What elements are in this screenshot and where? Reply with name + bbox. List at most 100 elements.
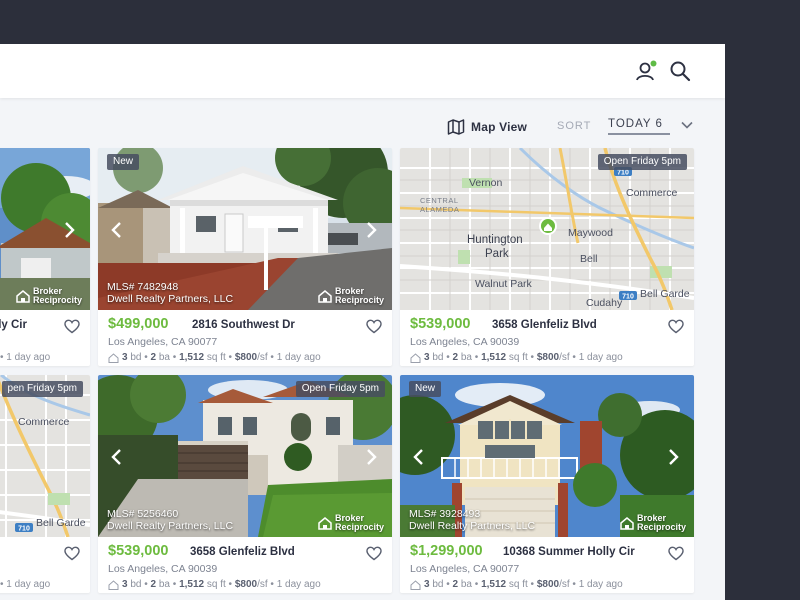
listing-photo: New MLS# 7482948 Dwell Realty Partners, … xyxy=(98,148,392,310)
listing-stats: • 1 day ago xyxy=(0,579,51,590)
beds-value: 3 xyxy=(122,579,128,590)
broker-logo-line: Reciprocity xyxy=(636,522,686,532)
baths-unit: ba xyxy=(460,352,472,363)
map-label: Park xyxy=(485,248,509,260)
listing-age: 1 day ago xyxy=(6,579,51,590)
listing-mls: MLS# 5256460 Dwell Realty Partners, LLC xyxy=(107,508,233,532)
map-view-label: Map View xyxy=(471,120,528,134)
listing-map: 710 Commerce Bell Garde pen Friday 5pm xyxy=(0,375,90,537)
favorite-heart-icon[interactable] xyxy=(365,545,383,561)
house-logo-icon xyxy=(318,516,332,530)
beds-value: 3 xyxy=(424,579,430,590)
listing-city: Los Angeles, CA 90077 xyxy=(410,563,520,575)
listing-price: $539,000 xyxy=(108,543,169,559)
listing-badge: Open Friday 5pm xyxy=(597,154,687,170)
listing-city: Los Angeles, CA 90077 xyxy=(108,336,218,348)
favorite-heart-icon[interactable] xyxy=(667,545,685,561)
listing-price: $539,000 xyxy=(410,316,471,332)
listing-mls: MLS# 3928493 Dwell Realty Partners, LLC xyxy=(409,508,535,532)
price-per-sqft: $800 xyxy=(536,579,560,590)
listing-address: 3658 Glenfeliz Blvd xyxy=(190,546,295,558)
broker-logo-line: Reciprocity xyxy=(334,295,384,305)
sqft-value: 1,512 xyxy=(179,352,205,363)
listing-card[interactable]: 710 710 Vernon Commerce CENTRAL ALAMEDA … xyxy=(400,148,694,366)
house-logo-icon xyxy=(318,289,332,303)
broker-logo-line: Reciprocity xyxy=(32,295,82,305)
listing-age: 1 day ago xyxy=(6,352,51,363)
listing-price: $1,299,000 xyxy=(410,543,483,559)
top-bar xyxy=(0,44,725,98)
price-per-sqft: $800 xyxy=(234,352,258,363)
listing-badge: pen Friday 5pm xyxy=(1,381,83,397)
search-icon[interactable] xyxy=(667,58,693,84)
user-icon[interactable] xyxy=(633,58,659,84)
ppsf-unit: /sf xyxy=(559,579,570,590)
map-label: Huntington xyxy=(467,234,523,246)
listing-city: Los Angeles, CA 90039 xyxy=(410,336,520,348)
map-label: CENTRAL xyxy=(420,196,459,205)
beds-value: 3 xyxy=(122,352,128,363)
favorite-heart-icon[interactable] xyxy=(667,318,685,334)
status-dot xyxy=(650,60,657,67)
highway-710-label: 710 xyxy=(622,294,634,301)
listing-city: Los Angeles, CA 90039 xyxy=(108,563,218,575)
prev-photo-arrow[interactable] xyxy=(110,447,124,467)
listing-badge: New xyxy=(409,381,442,397)
next-photo-arrow[interactable] xyxy=(364,447,378,467)
listing-card[interactable]: New MLS# 3928493 Dwell Realty Partners, … xyxy=(400,375,694,593)
beds-unit: bd xyxy=(130,579,142,590)
sort-select[interactable]: TODAY 6 xyxy=(608,118,670,135)
map-view-button[interactable]: Map View xyxy=(447,115,527,139)
map-label: Cudahy xyxy=(586,297,623,309)
favorite-heart-icon[interactable] xyxy=(63,545,81,561)
map-label: Bell Garde xyxy=(640,288,690,300)
listing-address: 10368 Summer Holly Cir xyxy=(503,546,635,558)
ppsf-unit: /sf xyxy=(257,579,268,590)
beds-unit: bd xyxy=(130,352,142,363)
broker-name: Dwell Realty Partners, LLC xyxy=(107,293,234,305)
house-logo-icon xyxy=(620,516,634,530)
sqft-value: 1,512 xyxy=(179,579,205,590)
favorite-heart-icon[interactable] xyxy=(63,318,81,334)
listing-age: 1 day ago xyxy=(578,352,623,363)
listing-card[interactable]: 710 Commerce Bell Garde pen Friday 5pm •… xyxy=(0,375,90,593)
sqft-unit: sq ft xyxy=(206,352,226,363)
listing-age: 1 day ago xyxy=(276,352,321,363)
listing-info: $539,000 3658 Glenfeliz Blvd Los Angeles… xyxy=(98,537,392,593)
favorite-heart-icon[interactable] xyxy=(365,318,383,334)
house-logo-icon xyxy=(16,289,30,303)
listing-mls: MLS# 7482948 Dwell Realty Partners, LLC xyxy=(107,281,233,305)
listing-info: olly Cir • 1 day ago xyxy=(0,310,90,366)
chevron-down-icon[interactable] xyxy=(680,118,694,132)
listing-stats: 3 bd • 2 ba • 1,512 sq ft • $800/sf • 1 … xyxy=(108,352,321,363)
beds-unit: bd xyxy=(432,352,444,363)
next-photo-arrow[interactable] xyxy=(666,447,680,467)
prev-photo-arrow[interactable] xyxy=(110,220,124,240)
baths-unit: ba xyxy=(460,579,472,590)
listing-info: $499,000 2816 Southwest Dr Los Angeles, … xyxy=(98,310,392,366)
highway-710-label: 710 xyxy=(18,526,30,533)
listing-card[interactable]: BrokerReciprocity olly Cir • 1 day ago xyxy=(0,148,90,366)
listing-age: 1 day ago xyxy=(276,579,321,590)
baths-value: 2 xyxy=(150,352,157,363)
listing-card[interactable]: Open Friday 5pm MLS# 5256460 Dwell Realt… xyxy=(98,375,392,593)
next-photo-arrow[interactable] xyxy=(364,220,378,240)
map-label: Bell xyxy=(580,253,598,265)
map-icon xyxy=(447,119,465,135)
next-photo-arrow[interactable] xyxy=(62,220,76,240)
sqft-unit: sq ft xyxy=(508,352,528,363)
baths-unit: ba xyxy=(158,579,170,590)
price-per-sqft: $800 xyxy=(536,352,560,363)
sqft-unit: sq ft xyxy=(206,579,226,590)
listing-info: • 1 day ago xyxy=(0,537,90,593)
price-per-sqft: $800 xyxy=(234,579,258,590)
beds-unit: bd xyxy=(432,579,444,590)
baths-value: 2 xyxy=(452,352,459,363)
prev-photo-arrow[interactable] xyxy=(412,447,426,467)
listing-card[interactable]: New MLS# 7482948 Dwell Realty Partners, … xyxy=(98,148,392,366)
map-label: Bell Garde xyxy=(36,517,86,529)
home-icon xyxy=(410,352,421,363)
beds-value: 3 xyxy=(424,352,430,363)
listing-stats: 3 bd • 2 ba • 1,512 sq ft • $800/sf • 1 … xyxy=(410,352,623,363)
highway-710-label: 710 xyxy=(617,170,629,177)
